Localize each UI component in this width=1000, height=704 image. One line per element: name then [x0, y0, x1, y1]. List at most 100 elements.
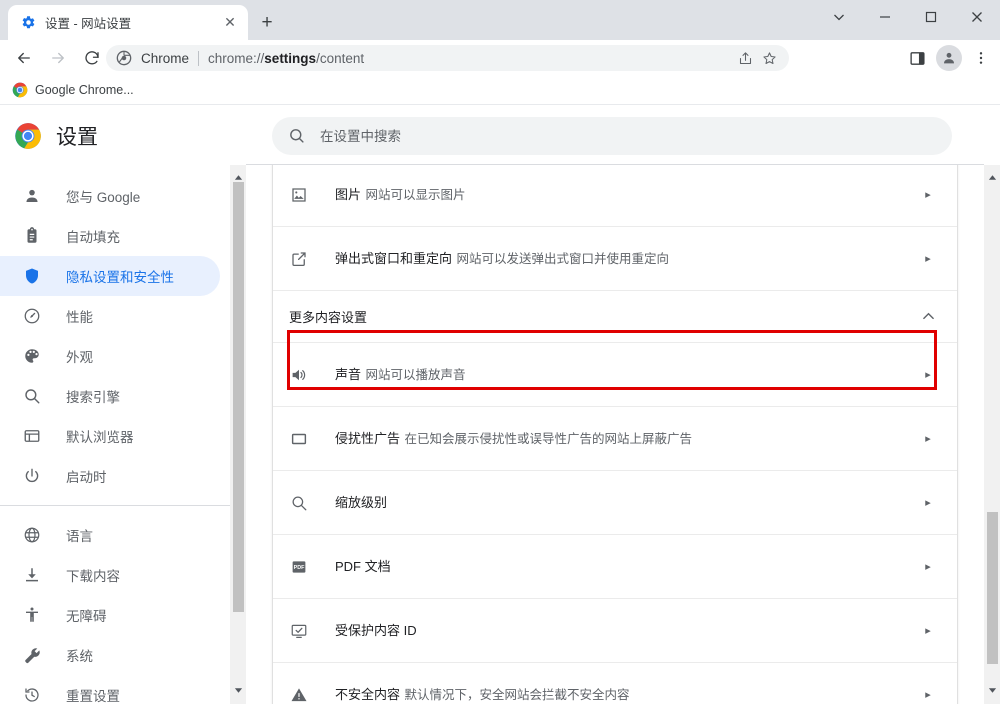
page-title: 设置: [56, 125, 98, 149]
sidebar-item-accessibility[interactable]: 无障碍: [0, 595, 220, 635]
chevron-right-icon[interactable]: ▸: [919, 688, 937, 701]
chevron-right-icon[interactable]: ▸: [919, 624, 937, 637]
search-input[interactable]: [320, 128, 936, 144]
chevron-right-icon[interactable]: ▸: [919, 560, 937, 573]
bookmark-item[interactable]: Google Chrome...: [4, 79, 142, 101]
settings-search-box[interactable]: [272, 117, 952, 155]
content-row-text: 受保护内容 ID: [335, 621, 919, 641]
row-subtitle: 网站可以播放声音: [365, 367, 466, 382]
svg-text:PDF: PDF: [294, 564, 305, 570]
sidebar-item-on-startup[interactable]: 启动时: [0, 456, 220, 496]
warning-icon: [289, 685, 309, 704]
scroll-up-icon[interactable]: [984, 169, 1000, 185]
profile-avatar-icon[interactable]: [936, 45, 962, 71]
person-icon: [22, 186, 42, 206]
zoom-search-icon: [289, 493, 309, 513]
row-title: 侵扰性广告: [335, 430, 401, 446]
sidebar-item-you-and-google[interactable]: 您与 Google: [0, 176, 220, 216]
row-title: 不安全内容: [335, 686, 401, 702]
sidebar-item-system[interactable]: 系统: [0, 635, 220, 675]
sidebar-item-search-engine[interactable]: 搜索引擎: [0, 376, 220, 416]
three-dot-menu-icon[interactable]: [966, 44, 996, 72]
power-icon: [22, 466, 42, 486]
content-row-zoom-levels[interactable]: 缩放级别 ▸: [273, 471, 957, 535]
sidebar-item-default-browser[interactable]: 默认浏览器: [0, 416, 220, 456]
sidebar-item-privacy-security[interactable]: 隐私设置和安全性: [0, 256, 220, 296]
settings-content-area: 图片 网站可以显示图片 ▸ 弹出式窗口和重定向 网站可以发送弹出式窗口并使用重定…: [246, 165, 984, 704]
sidebar-item-label: 默认浏览器: [66, 430, 134, 445]
chevron-right-icon[interactable]: ▸: [919, 368, 937, 381]
row-title: 声音: [335, 366, 362, 382]
sidebar-item-label: 语言: [66, 529, 93, 544]
star-icon[interactable]: [757, 46, 781, 70]
omnibox-actions: [733, 47, 781, 69]
palette-icon: [22, 346, 42, 366]
chevron-right-icon[interactable]: ▸: [919, 432, 937, 445]
tab-strip: 设置 - 网站设置 ✕ +: [0, 0, 1000, 40]
pdf-icon: PDF: [289, 557, 309, 577]
shield-icon: [22, 266, 42, 286]
wrench-icon: [22, 645, 42, 665]
row-title: 缩放级别: [335, 494, 388, 510]
sidebar-item-autofill[interactable]: 自动填充: [0, 216, 220, 256]
sidebar-item-label: 外观: [66, 350, 93, 365]
globe-icon: [22, 525, 42, 545]
page-scrollbar-thumb[interactable]: [987, 512, 998, 664]
image-icon: [289, 185, 309, 205]
sidebar-item-reset-settings[interactable]: 重置设置: [0, 675, 220, 704]
sidebar-item-appearance[interactable]: 外观: [0, 336, 220, 376]
sidebar-item-languages[interactable]: 语言: [0, 515, 220, 555]
sidebar-item-performance[interactable]: 性能: [0, 296, 220, 336]
close-button[interactable]: [954, 0, 1000, 34]
settings-gear-icon: [20, 15, 36, 31]
omnibox-separator: [198, 50, 200, 66]
browser-tab[interactable]: 设置 - 网站设置 ✕: [8, 5, 248, 40]
sidebar-scrollbar-thumb[interactable]: [233, 182, 244, 612]
content-row-intrusive-ads[interactable]: 侵扰性广告 在已知会展示侵扰性或误导性广告的网站上屏蔽广告 ▸: [273, 407, 957, 471]
maximize-button[interactable]: [908, 0, 954, 34]
volume-icon: [289, 365, 309, 385]
chevron-right-icon[interactable]: ▸: [919, 496, 937, 509]
protected-content-icon: [289, 621, 309, 641]
sidebar-item-downloads[interactable]: 下载内容: [0, 555, 220, 595]
sidebar-group-primary: 您与 Google 自动填充 隐私设置和安全性 性能 外观 搜索引擎 默认浏览器…: [0, 165, 230, 496]
chrome-logo-icon: [14, 122, 42, 150]
chrome-logo-icon: [12, 82, 28, 98]
share-icon[interactable]: [733, 46, 757, 70]
sidebar-item-label: 系统: [66, 649, 93, 664]
scroll-down-icon[interactable]: [230, 682, 246, 698]
minimize-button[interactable]: [862, 0, 908, 34]
address-bar[interactable]: Chrome chrome://settings/content: [106, 45, 789, 71]
side-panel-icon[interactable]: [902, 44, 932, 72]
forward-button[interactable]: [44, 44, 72, 72]
row-subtitle: 默认情况下，安全网站会拦截不安全内容: [404, 687, 630, 702]
content-row-text: 声音 网站可以播放声音: [335, 365, 919, 385]
content-row-images[interactable]: 图片 网站可以显示图片 ▸: [273, 165, 957, 227]
content-row-insecure-content[interactable]: 不安全内容 默认情况下，安全网站会拦截不安全内容 ▸: [273, 663, 957, 704]
content-row-pdf-documents[interactable]: PDF PDF 文档 ▸: [273, 535, 957, 599]
scroll-down-icon[interactable]: [984, 682, 1000, 698]
chevron-up-icon[interactable]: [919, 310, 937, 323]
browser-toolbar: Chrome chrome://settings/content: [0, 40, 1000, 75]
chevron-right-icon[interactable]: ▸: [919, 252, 937, 265]
new-tab-button[interactable]: +: [254, 10, 280, 36]
content-row-sound[interactable]: 声音 网站可以播放声音 ▸: [273, 343, 957, 407]
ads-icon: [289, 429, 309, 449]
content-group-more-settings[interactable]: 更多内容设置: [273, 291, 957, 343]
tab-search-button[interactable]: [816, 0, 862, 34]
sidebar-item-label: 隐私设置和安全性: [66, 270, 174, 285]
page-scrollbar[interactable]: [984, 165, 1000, 704]
omnibox-chip-label: Chrome: [141, 50, 190, 66]
reload-button[interactable]: [78, 44, 106, 72]
accessibility-icon: [22, 605, 42, 625]
speedometer-icon: [22, 306, 42, 326]
content-row-protected-content-id[interactable]: 受保护内容 ID ▸: [273, 599, 957, 663]
back-button[interactable]: [10, 44, 38, 72]
content-row-popups-redirects[interactable]: 弹出式窗口和重定向 网站可以发送弹出式窗口并使用重定向 ▸: [273, 227, 957, 291]
chevron-right-icon[interactable]: ▸: [919, 188, 937, 201]
sidebar-scrollbar[interactable]: [230, 165, 246, 704]
search-icon: [22, 386, 42, 406]
close-icon[interactable]: ✕: [220, 13, 240, 33]
row-title: PDF 文档: [335, 558, 391, 574]
omnibox-url: chrome://settings/content: [208, 51, 364, 66]
